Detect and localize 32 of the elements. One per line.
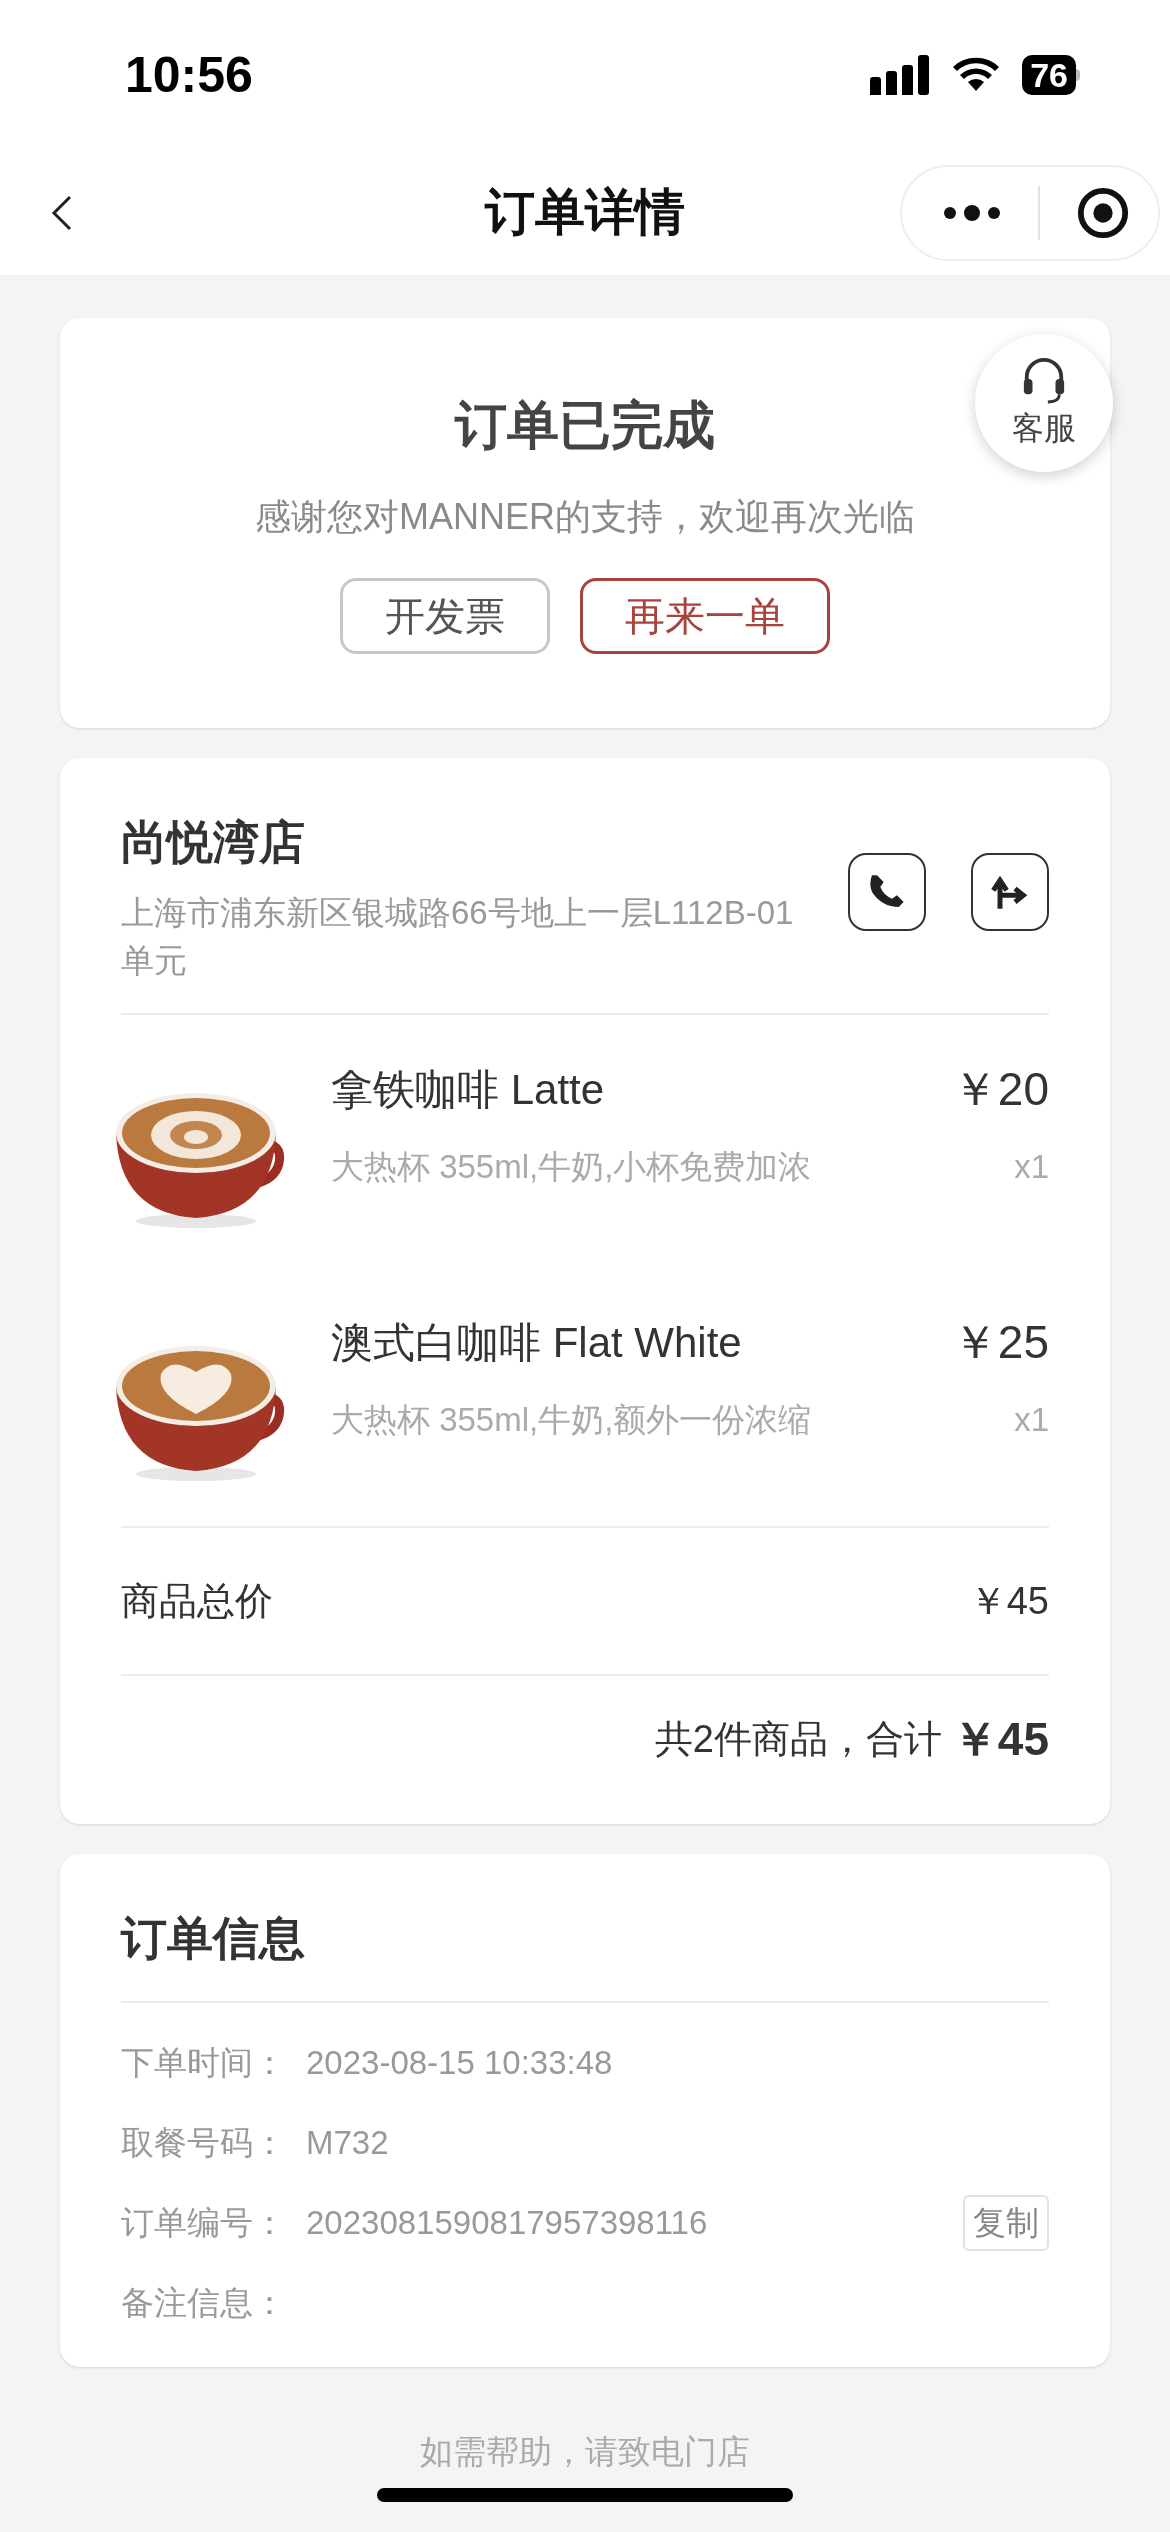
copy-button[interactable]: 复制: [963, 2195, 1049, 2251]
item-name: 拿铁咖啡 Latte: [331, 1065, 605, 1115]
item-price: ￥25: [951, 1315, 1049, 1370]
item-options: 大热杯 355ml,牛奶,额外一份浓缩: [331, 1395, 812, 1445]
info-label: 备注信息：: [121, 2283, 287, 2324]
store-address: 上海市浦东新区银城路66号地上一层L112B-01单元: [121, 893, 795, 981]
section-title: 订单信息: [121, 1912, 305, 1964]
info-value: 2023-08-15 10:33:48: [306, 2043, 614, 2084]
info-value: 2023081590817957398116: [306, 2203, 709, 2244]
item-options: 大热杯 355ml,牛奶,小杯免费加浓: [331, 1142, 812, 1192]
item-quantity: x1: [1014, 1400, 1049, 1440]
battery-level: 76: [1022, 55, 1076, 95]
help-note: 如需帮助，请致电门店: [420, 2431, 750, 2472]
info-value: M732: [306, 2123, 390, 2164]
subtotal-value: ￥45: [968, 1578, 1049, 1624]
order-status: 订单已完成: [455, 395, 715, 456]
page-title: 订单详情: [485, 183, 685, 242]
store-name: 尚悦湾店: [121, 815, 306, 870]
item-quantity: x1: [1014, 1147, 1049, 1187]
item-name: 澳式白咖啡 Flat White: [331, 1318, 742, 1368]
customer-service-button[interactable]: 客服: [975, 334, 1113, 472]
subtotal-label: 商品总价: [121, 1578, 273, 1624]
thanks-message: 感谢您对MANNER的支持，欢迎再次光临: [255, 495, 915, 539]
total-value: ￥45: [951, 1711, 1049, 1767]
info-label: 订单编号：: [121, 2203, 287, 2244]
status-time: 10:56: [125, 45, 253, 105]
total-label: 共2件商品，合计: [654, 1716, 942, 1762]
item-price: ￥20: [951, 1062, 1049, 1117]
action-button[interactable]: 开发票: [340, 578, 550, 654]
info-label: 下单时间：: [121, 2043, 287, 2084]
action-button[interactable]: 再来一单: [580, 578, 830, 654]
info-label: 取餐号码：: [121, 2123, 287, 2164]
